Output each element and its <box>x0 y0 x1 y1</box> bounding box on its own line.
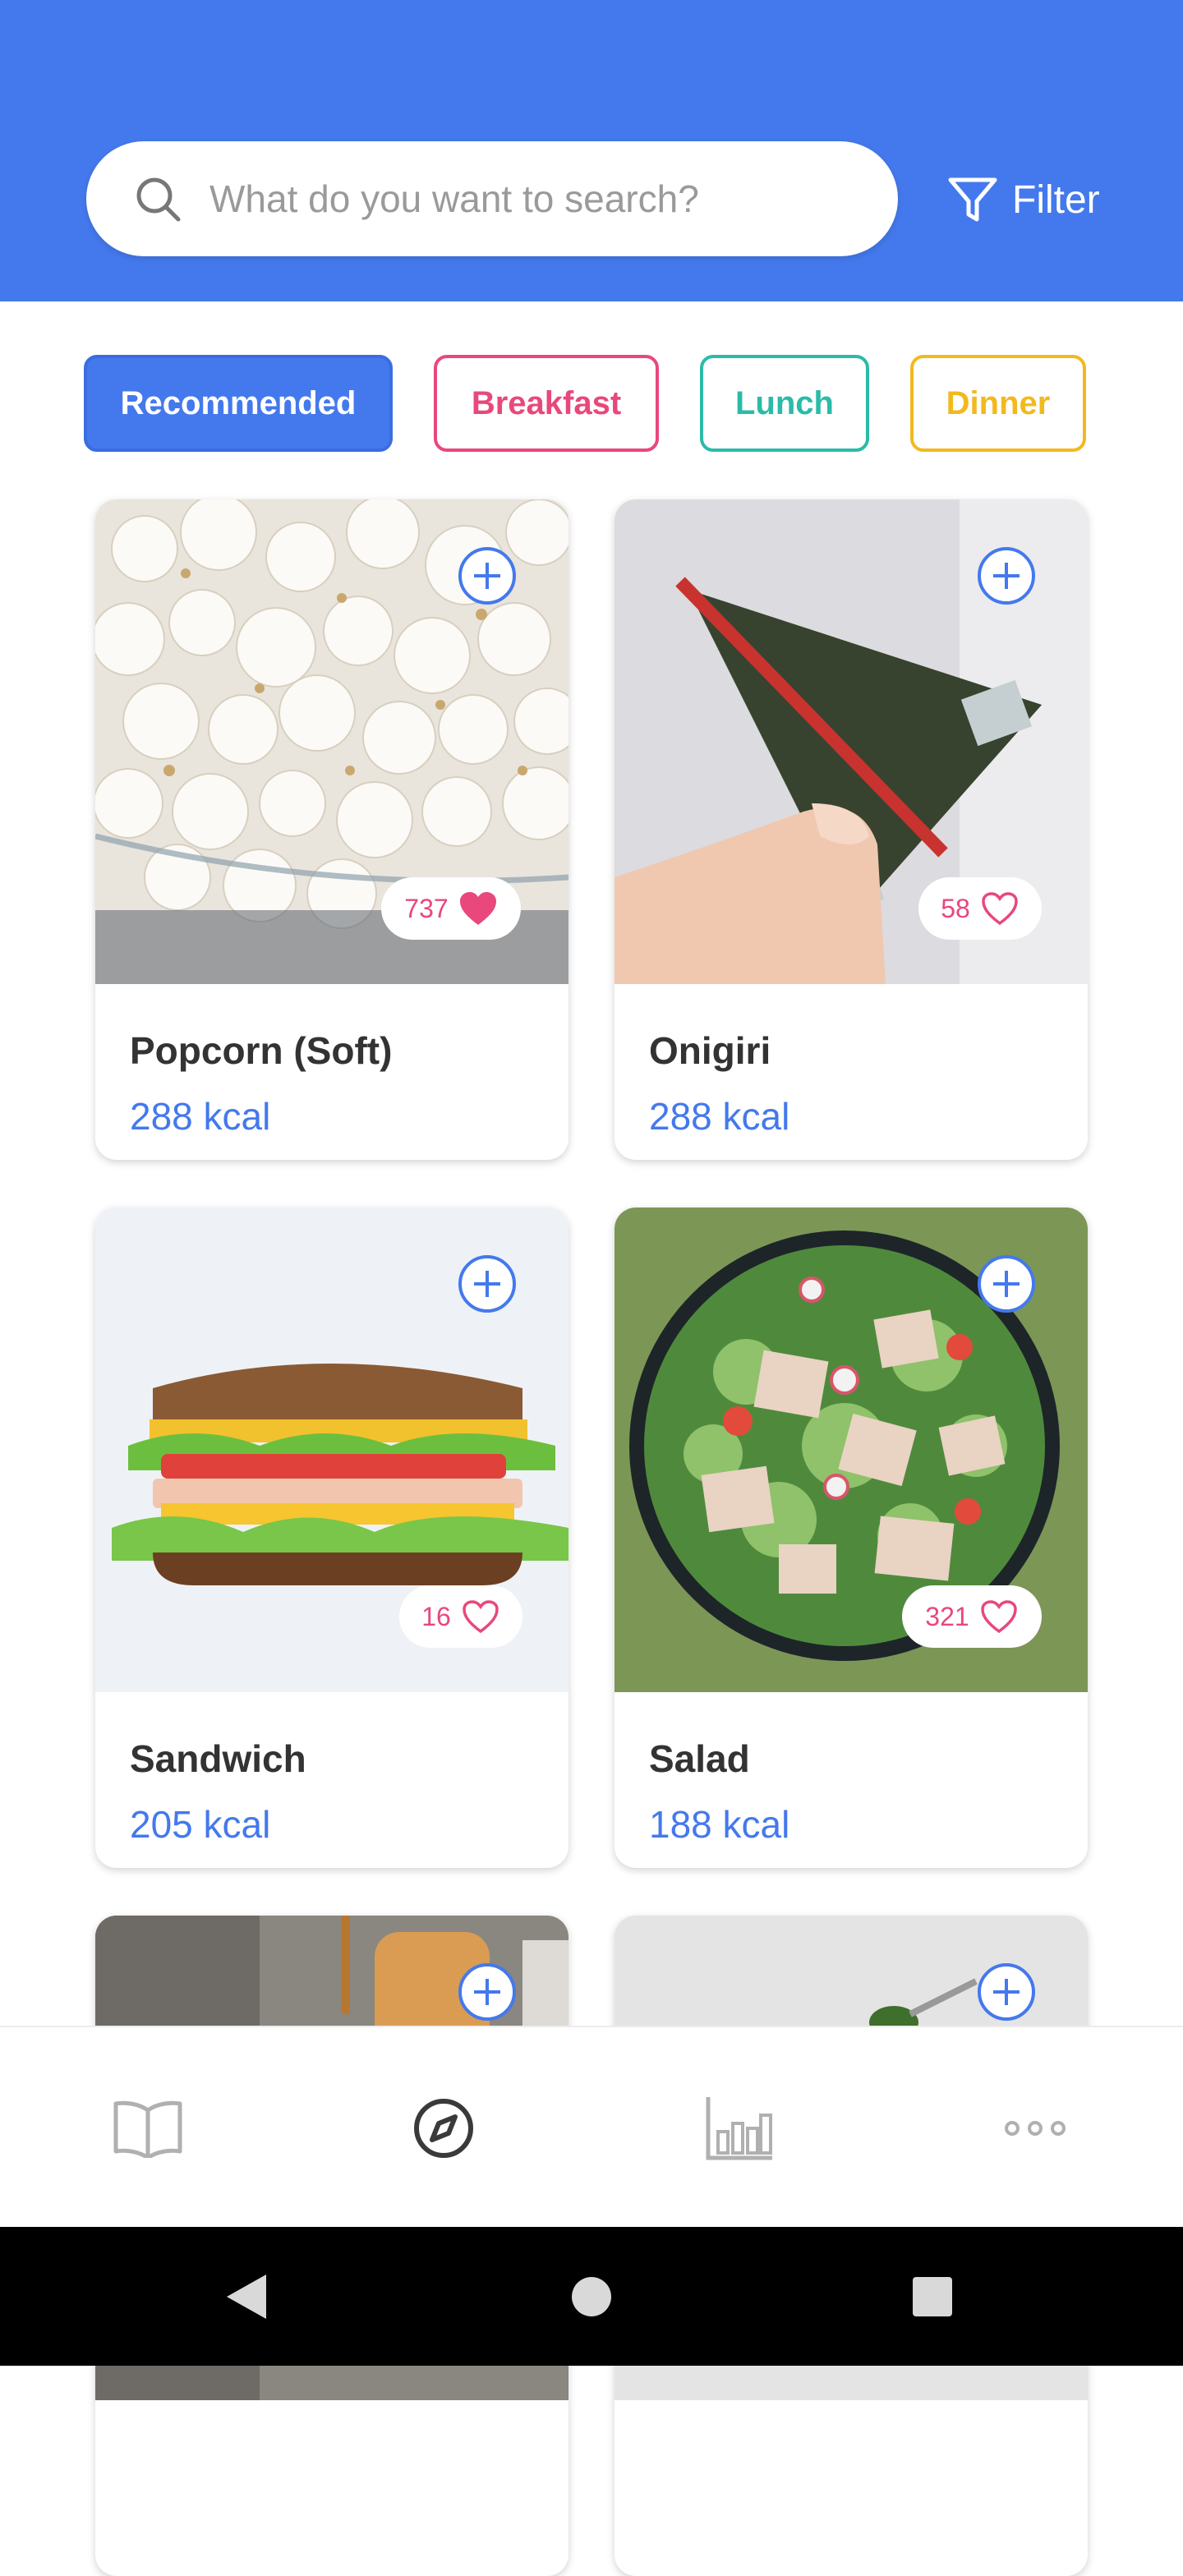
system-back-button[interactable] <box>181 2227 312 2366</box>
food-calories: 188 kcal <box>649 1803 790 1846</box>
nav-stats[interactable] <box>592 2027 887 2229</box>
category-chip-recommended[interactable]: Recommended <box>84 355 393 452</box>
add-food-button[interactable] <box>458 547 516 605</box>
filter-button[interactable]: Filter <box>946 168 1100 231</box>
food-calories: 205 kcal <box>130 1803 271 1846</box>
add-food-button[interactable] <box>458 1963 516 2021</box>
heart-filled-icon <box>459 892 496 925</box>
chip-label: Dinner <box>946 384 1051 421</box>
likes-count: 58 <box>941 893 970 923</box>
bar-chart-icon <box>706 2096 772 2160</box>
food-card-sandwich[interactable]: 16 Sandwich 205 kcal <box>95 1208 568 1868</box>
filter-label: Filter <box>1012 177 1100 222</box>
food-card-popcorn[interactable]: 737 Popcorn (Soft) 288 kcal <box>95 499 568 1160</box>
add-food-button[interactable] <box>978 547 1035 605</box>
nav-diary[interactable] <box>0 2027 296 2229</box>
compass-icon <box>414 2098 473 2158</box>
food-card-salad[interactable]: 321 Salad 188 kcal <box>615 1208 1088 1868</box>
home-icon <box>572 2276 611 2316</box>
food-name: Onigiri <box>649 1029 771 1072</box>
app-header: Filter <box>0 0 1183 301</box>
search-bar[interactable] <box>86 141 898 256</box>
likes-badge[interactable]: 737 <box>381 877 521 940</box>
food-calories: 288 kcal <box>649 1095 790 1138</box>
nav-explore[interactable] <box>296 2027 592 2229</box>
food-card-onigiri[interactable]: 58 Onigiri 288 kcal <box>615 499 1088 1160</box>
likes-badge[interactable]: 58 <box>918 877 1042 940</box>
add-food-button[interactable] <box>978 1255 1035 1313</box>
food-calories: 288 kcal <box>130 1095 271 1138</box>
search-icon <box>136 177 181 222</box>
chip-label: Breakfast <box>471 384 622 421</box>
filter-icon <box>948 177 997 222</box>
food-name: Sandwich <box>130 1737 306 1780</box>
nav-more[interactable] <box>887 2027 1183 2229</box>
add-food-button[interactable] <box>978 1963 1035 2021</box>
likes-badge[interactable]: 16 <box>399 1585 522 1648</box>
likes-count: 737 <box>404 893 449 923</box>
likes-badge[interactable]: 321 <box>902 1585 1042 1648</box>
add-food-button[interactable] <box>458 1255 516 1313</box>
system-home-button[interactable] <box>526 2227 657 2366</box>
heart-outline-icon <box>463 1600 499 1634</box>
likes-count: 16 <box>421 1601 451 1631</box>
heart-outline-icon <box>982 892 1018 926</box>
more-icon <box>1005 2120 1066 2136</box>
recents-icon <box>913 2276 952 2316</box>
category-chip-lunch[interactable]: Lunch <box>700 355 869 452</box>
heart-outline-icon <box>980 1600 1017 1634</box>
system-recents-button[interactable] <box>867 2227 998 2366</box>
category-chip-breakfast[interactable]: Breakfast <box>434 355 659 452</box>
likes-count: 321 <box>925 1601 969 1631</box>
search-input[interactable] <box>208 176 868 222</box>
chip-label: Recommended <box>120 384 357 421</box>
bottom-navigation <box>0 2026 1183 2229</box>
book-icon <box>113 2100 182 2158</box>
chip-label: Lunch <box>735 384 834 421</box>
category-chip-dinner[interactable]: Dinner <box>910 355 1086 452</box>
back-icon <box>227 2274 266 2319</box>
food-name: Popcorn (Soft) <box>130 1029 393 1072</box>
system-navigation-bar <box>0 2227 1183 2366</box>
food-name: Salad <box>649 1737 750 1780</box>
